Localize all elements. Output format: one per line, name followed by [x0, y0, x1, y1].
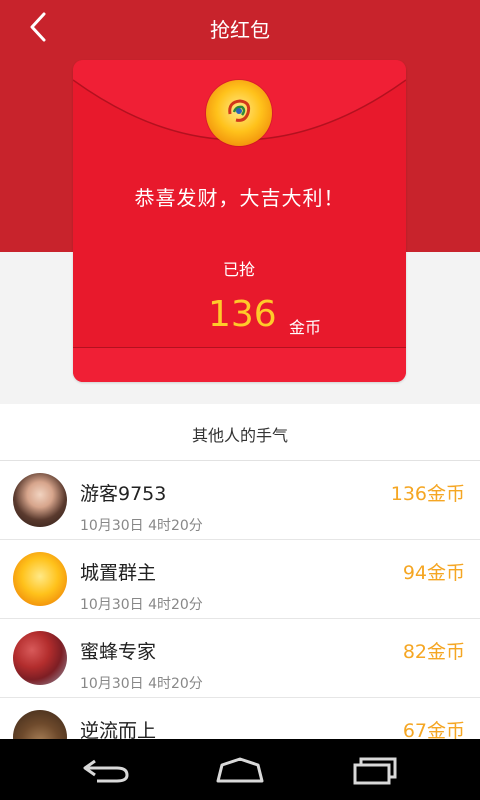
logo-emblem: [206, 80, 272, 146]
list-item[interactable]: 逆流而上 67金币: [0, 698, 480, 739]
nav-recent-icon[interactable]: [345, 753, 405, 787]
amount-unit: 金币: [289, 318, 322, 337]
avatar: [13, 473, 67, 527]
user-name: 蜜蜂专家: [80, 641, 157, 663]
congrats-text: 恭喜发财，大吉大利！: [134, 186, 345, 210]
list-item[interactable]: 城置群主 10月30日 4时20分 94金币: [0, 540, 480, 619]
records-list[interactable]: 游客9753 10月30日 4时20分 136金币 城置群主 10月30日 4时…: [0, 461, 480, 739]
list-item[interactable]: 蜜蜂专家 10月30日 4时20分 82金币: [0, 619, 480, 698]
nav-home-icon[interactable]: [210, 753, 270, 787]
top-bar: 抢红包: [0, 0, 480, 52]
user-name: 逆流而上: [80, 720, 157, 739]
coin-amount: 82金币: [402, 641, 465, 663]
avatar: [13, 710, 67, 739]
avatar: [13, 631, 67, 685]
logo-swirl-icon: [228, 99, 251, 122]
others-section-header: 其他人的手气: [0, 404, 480, 461]
coin-amount: 94金币: [402, 562, 465, 584]
others-title: 其他人的手气: [191, 426, 288, 445]
coin-amount: 67金币: [402, 720, 465, 739]
grab-time: 10月30日 4时20分: [80, 676, 203, 692]
system-nav-bar: [0, 739, 480, 800]
red-envelope: 恭喜发财，大吉大利！ 已抢 136 金币: [73, 60, 406, 382]
user-name: 城置群主: [80, 562, 157, 584]
avatar: [13, 552, 67, 606]
coin-amount: 136金币: [390, 483, 465, 505]
page-title: 抢红包: [210, 18, 270, 42]
grab-time: 10月30日 4时20分: [80, 518, 203, 534]
nav-back-icon[interactable]: [77, 753, 137, 787]
grab-time: 10月30日 4时20分: [80, 597, 203, 613]
user-name: 游客9753: [80, 483, 167, 505]
grabbed-amount: 136: [208, 294, 277, 335]
envelope-bottom-edge: [73, 347, 406, 382]
grabbed-status: 已抢: [223, 260, 256, 279]
list-item[interactable]: 游客9753 10月30日 4时20分 136金币: [0, 461, 480, 540]
